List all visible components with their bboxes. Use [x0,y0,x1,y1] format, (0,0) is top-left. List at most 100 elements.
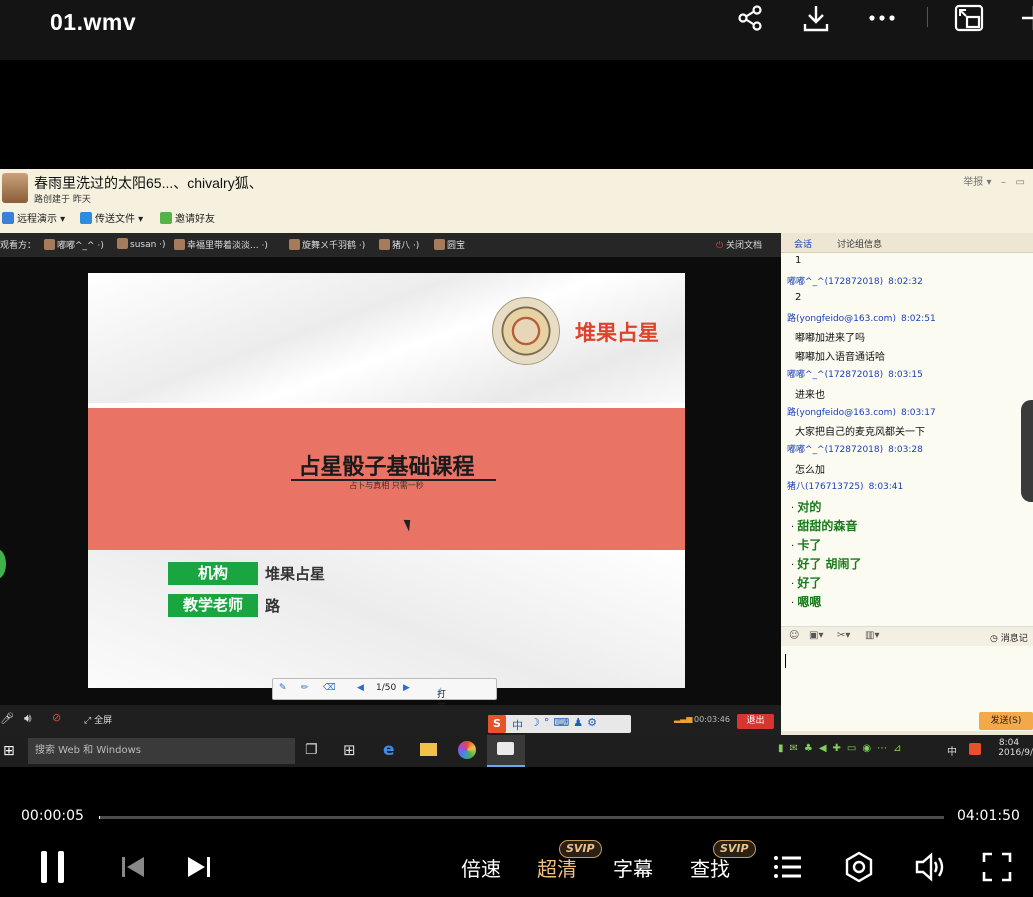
chat-message: · 好了 胡闹了 [791,557,862,571]
viewer-item[interactable]: 嘟嘟^_^ ·) [44,238,104,251]
org-label: 机构 [168,562,258,585]
ime-tool-icons: ☽°⌨♟⚙ [530,716,601,729]
brand-name: 堆果占星 [575,321,659,345]
side-handle[interactable] [1021,400,1033,502]
download-icon[interactable] [800,2,832,34]
chat-panel: 会话 讨论组信息 1 嘟嘟^_^(172872018) 8:02:32 2 路(yong… [781,233,1033,767]
ime-toolbar[interactable]: S 中 ☽°⌨♟⚙ [488,715,631,733]
tray-icons[interactable]: ▮✉♣◀✚▭◉⋯⊿ [778,743,907,754]
target-icon[interactable] [842,850,876,884]
camera-off-icon[interactable]: ⊘ [52,711,61,724]
window-controls[interactable]: 举报 ▾ – ▭ [963,173,1025,188]
viewer-item[interactable]: susan ·) [117,238,166,250]
viewer-item[interactable]: 旋舞ㄨ千羽鹤 ·) [289,238,365,251]
remote-demo-button[interactable]: 远程演示 ▾ [2,210,65,225]
chat-sender: 猪八(176713725) [787,482,864,492]
subtitles-button[interactable]: 字幕 [613,853,653,882]
ime-mode: 中 [512,719,523,732]
viewers-label: 观看方： [0,241,37,251]
prev-page-icon[interactable]: ◀ [357,683,364,693]
search-button[interactable]: 查找 [690,853,730,882]
brand-seal-logo [492,297,560,365]
app-icon[interactable] [458,741,476,759]
chat-sender-line: 猪八(176713725) 8:03:41 [787,479,903,492]
tab-group-info[interactable]: 讨论组信息 [837,237,882,250]
chat-tabs: 会话 讨论组信息 [781,233,1033,253]
emoji-icon[interactable]: ☺ [789,630,799,641]
store-icon[interactable]: ⊞ [343,741,356,759]
pip-icon[interactable] [953,2,985,34]
viewer-item[interactable]: 猪八 ·) [379,238,419,251]
chat-time: 8:03:17 [900,408,936,418]
power-icon: ⏻ [716,241,724,251]
windows-start-icon[interactable]: ⊞ [3,743,15,759]
course-subtitle: 占卜与真相 只需一秒 [349,481,424,490]
chat-toolbar: ☺ ▣▾ ✂▾ ▥▾ ◷ 消息记 [781,626,1033,646]
chat-sender: 路(yongfeido@163.com) [787,314,896,324]
send-button[interactable]: 发送(S) [979,712,1033,730]
chat-sender: 路(yongfeido@163.com) [787,408,896,418]
speed-button[interactable]: 倍速 [461,853,501,882]
org-value: 堆果占星 [265,565,326,583]
invite-friends-button[interactable]: 邀请好友 [160,210,215,225]
tab-session[interactable]: 会话 [794,237,812,250]
progress-bar[interactable] [99,816,944,819]
file-icon [80,212,92,224]
taskbar-search[interactable]: 搜索 Web 和 Windows [28,738,295,764]
total-time: 04:01:50 [957,808,1020,824]
sogou-tray-icon[interactable] [969,743,981,755]
viewer-item[interactable]: 圆宝 [434,238,465,251]
expand-icon: ⤢ [84,716,92,726]
tray-ime[interactable]: 中 [947,743,957,758]
folder-icon[interactable] [420,743,437,756]
teacher-label: 教学老师 [168,594,258,617]
viewer-bar: 观看方： 嘟嘟^_^ ·) susan ·) 幸福里带着淡淡... ·) 旋舞ㄨ… [0,233,781,257]
speaker-icon[interactable]: 🔊︎ [24,711,32,726]
chat-message: · 好了 [791,576,822,590]
text-caret [785,654,786,668]
pause-icon[interactable] [36,850,70,884]
chat-message: · 卡了 [791,538,822,552]
call-duration: 00:03:46 [694,715,730,724]
chat-sender: 嘟嘟^_^(172872018) [787,370,884,380]
eraser-tool-icon[interactable]: ⌫ [323,683,336,693]
chat-message: 嘟嘟加进来了吗 [795,333,865,344]
more-icon[interactable] [866,2,898,34]
quit-button[interactable]: 退出 [737,714,774,729]
slide-toolbar: ✎ ✏ ⌫ ◀ 1/50 ▶ ⊥ 打开白板 [272,678,497,739]
share-icon[interactable] [734,2,766,34]
chat-icon [497,742,514,755]
next-page-icon[interactable]: ▶ [403,683,410,693]
next-icon[interactable] [182,850,216,884]
volume-icon[interactable] [913,850,947,884]
playlist-icon[interactable] [771,850,805,884]
chat-time: 8:02:32 [888,277,923,287]
close-document-button[interactable]: ⏻ 关闭文档 [716,238,762,251]
fullscreen-button[interactable]: ⤢ 全屏 [84,713,112,726]
pointer-tool-icon[interactable]: ✎ [279,683,287,693]
viewer-item[interactable]: 幸福里带着淡淡... ·) [174,238,268,251]
chat-sender-line: 路(yongfeido@163.com) 8:03:17 [787,405,936,418]
chat-time: 8:03:28 [888,445,923,455]
edge-icon[interactable]: e [383,740,395,760]
chart-icon[interactable]: ▥▾ [865,630,879,641]
qq-window-header: 春雨里洗过的太阳65...、chivalry狐、 路创建于 昨天 远程演示 ▾ … [0,169,1033,233]
sogou-logo-icon: S [488,715,506,733]
quality-button[interactable]: 超清 [537,853,577,882]
chat-message: · 嗯嗯 [791,595,822,609]
fullscreen-icon[interactable] [980,850,1014,884]
chat-message: 大家把自己的麦克风都关一下 [795,427,925,438]
send-file-button[interactable]: 传送文件 ▾ [80,210,143,225]
history-button[interactable]: ◷ 消息记 [990,631,1028,644]
clock-icon: ◷ [990,634,998,644]
mic-icon[interactable]: 🎤︎ [0,712,14,725]
qq-chat-task[interactable] [487,735,525,767]
image-icon[interactable]: ▣▾ [809,630,823,641]
add-icon[interactable] [1018,2,1033,34]
task-view-icon[interactable]: ❐ [305,742,318,758]
scissors-icon[interactable]: ✂▾ [837,630,850,641]
previous-icon[interactable] [117,850,151,884]
taskbar-clock[interactable]: 8:04 2016/9/ [985,738,1033,758]
chat-sender-line: 路(yongfeido@163.com) 8:02:51 [787,311,936,324]
pen-tool-icon[interactable]: ✏ [301,683,309,693]
